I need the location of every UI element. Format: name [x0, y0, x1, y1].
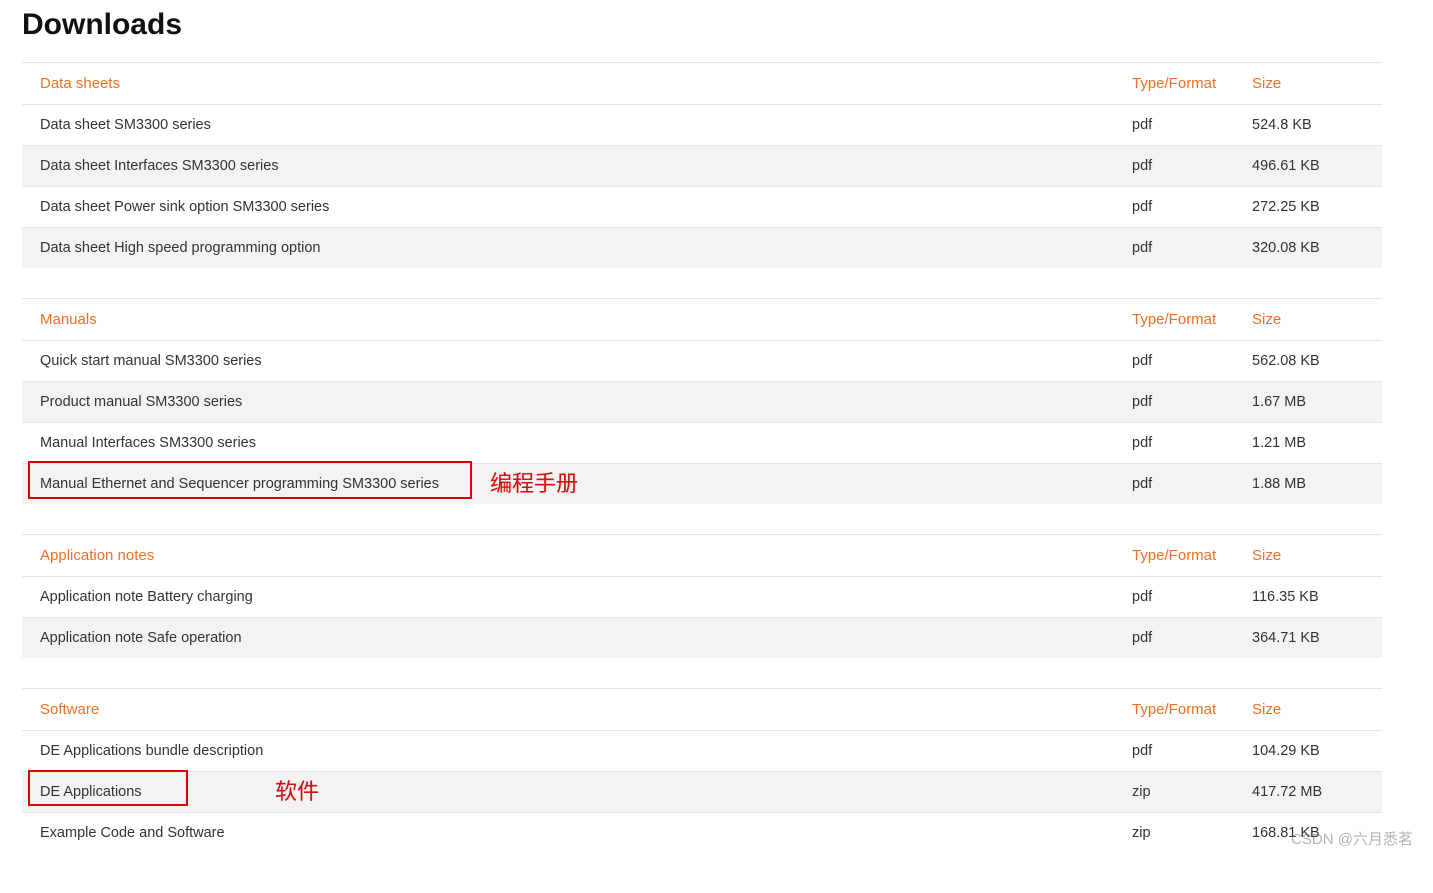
cell-size: 116.35 KB — [1234, 577, 1382, 618]
cell-type: pdf — [1114, 382, 1234, 423]
col-header-name[interactable]: Manuals — [22, 299, 1114, 341]
cell-size: 272.25 KB — [1234, 187, 1382, 228]
col-header-name[interactable]: Data sheets — [22, 63, 1114, 105]
table-row[interactable]: Quick start manual SM3300 series pdf 562… — [22, 341, 1382, 382]
cell-name: Application note Safe operation — [22, 618, 1114, 659]
cell-type: pdf — [1114, 577, 1234, 618]
col-header-name[interactable]: Software — [22, 689, 1114, 731]
cell-size: 364.71 KB — [1234, 618, 1382, 659]
table-row[interactable]: Product manual SM3300 series pdf 1.67 MB — [22, 382, 1382, 423]
table-row[interactable]: Data sheet Power sink option SM3300 seri… — [22, 187, 1382, 228]
cell-type: pdf — [1114, 423, 1234, 464]
table-data-sheets: Data sheets Type/Format Size Data sheet … — [22, 62, 1382, 268]
cell-size: 562.08 KB — [1234, 341, 1382, 382]
col-header-size[interactable]: Size — [1234, 689, 1382, 731]
section-app-notes: Application notes Type/Format Size Appli… — [0, 534, 1433, 658]
table-row[interactable]: Application note Safe operation pdf 364.… — [22, 618, 1382, 659]
col-header-size[interactable]: Size — [1234, 299, 1382, 341]
table-app-notes: Application notes Type/Format Size Appli… — [22, 534, 1382, 658]
table-row[interactable]: Data sheet SM3300 series pdf 524.8 KB — [22, 105, 1382, 146]
cell-name: DE Applications — [22, 772, 1114, 813]
section-manuals: Manuals Type/Format Size Quick start man… — [0, 298, 1433, 504]
table-row[interactable]: Manual Interfaces SM3300 series pdf 1.21… — [22, 423, 1382, 464]
cell-type: pdf — [1114, 341, 1234, 382]
col-header-size[interactable]: Size — [1234, 63, 1382, 105]
cell-name: Application note Battery charging — [22, 577, 1114, 618]
cell-type: zip — [1114, 813, 1234, 854]
cell-name: Example Code and Software — [22, 813, 1114, 854]
cell-size: 496.61 KB — [1234, 146, 1382, 187]
section-data-sheets: Data sheets Type/Format Size Data sheet … — [0, 62, 1433, 268]
cell-type: pdf — [1114, 464, 1234, 505]
cell-size: 168.81 KB — [1234, 813, 1382, 854]
cell-name: Manual Interfaces SM3300 series — [22, 423, 1114, 464]
table-row[interactable]: DE Applications bundle description pdf 1… — [22, 731, 1382, 772]
page-title: Downloads — [0, 0, 1433, 54]
table-row[interactable]: Data sheet High speed programming option… — [22, 228, 1382, 269]
table-row[interactable]: Data sheet Interfaces SM3300 series pdf … — [22, 146, 1382, 187]
cell-name: DE Applications bundle description — [22, 731, 1114, 772]
cell-type: zip — [1114, 772, 1234, 813]
cell-name: Data sheet High speed programming option — [22, 228, 1114, 269]
table-manuals: Manuals Type/Format Size Quick start man… — [22, 298, 1382, 504]
cell-type: pdf — [1114, 228, 1234, 269]
table-row[interactable]: Application note Battery charging pdf 11… — [22, 577, 1382, 618]
cell-name: Product manual SM3300 series — [22, 382, 1114, 423]
table-row[interactable]: Manual Ethernet and Sequencer programmin… — [22, 464, 1382, 505]
cell-name: Data sheet SM3300 series — [22, 105, 1114, 146]
table-software: Software Type/Format Size DE Application… — [22, 688, 1382, 853]
cell-size: 320.08 KB — [1234, 228, 1382, 269]
cell-type: pdf — [1114, 618, 1234, 659]
cell-size: 1.67 MB — [1234, 382, 1382, 423]
col-header-type[interactable]: Type/Format — [1114, 689, 1234, 731]
cell-size: 104.29 KB — [1234, 731, 1382, 772]
cell-size: 417.72 MB — [1234, 772, 1382, 813]
col-header-size[interactable]: Size — [1234, 535, 1382, 577]
cell-type: pdf — [1114, 105, 1234, 146]
cell-name: Data sheet Interfaces SM3300 series — [22, 146, 1114, 187]
col-header-type[interactable]: Type/Format — [1114, 299, 1234, 341]
col-header-name[interactable]: Application notes — [22, 535, 1114, 577]
cell-name: Manual Ethernet and Sequencer programmin… — [22, 464, 1114, 505]
cell-size: 524.8 KB — [1234, 105, 1382, 146]
cell-type: pdf — [1114, 731, 1234, 772]
cell-type: pdf — [1114, 187, 1234, 228]
table-row[interactable]: DE Applications zip 417.72 MB — [22, 772, 1382, 813]
cell-size: 1.88 MB — [1234, 464, 1382, 505]
col-header-type[interactable]: Type/Format — [1114, 535, 1234, 577]
cell-size: 1.21 MB — [1234, 423, 1382, 464]
table-row[interactable]: Example Code and Software zip 168.81 KB — [22, 813, 1382, 854]
cell-name: Data sheet Power sink option SM3300 seri… — [22, 187, 1114, 228]
col-header-type[interactable]: Type/Format — [1114, 63, 1234, 105]
section-software: Software Type/Format Size DE Application… — [0, 688, 1433, 853]
cell-type: pdf — [1114, 146, 1234, 187]
cell-name: Quick start manual SM3300 series — [22, 341, 1114, 382]
